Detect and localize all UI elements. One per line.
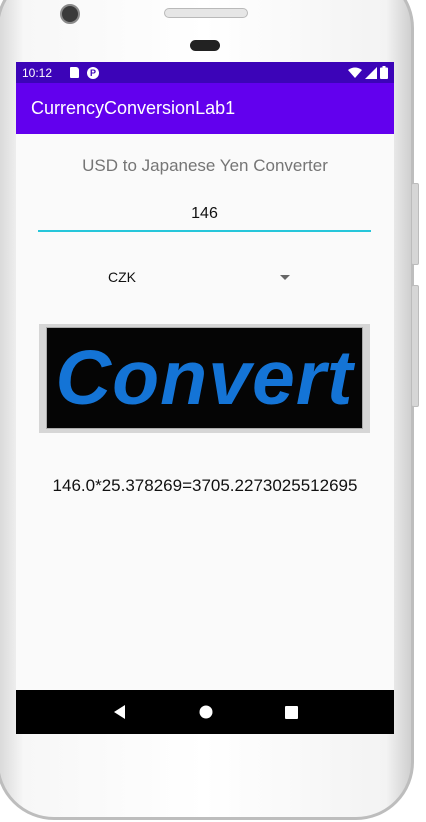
recents-icon[interactable] [285,705,299,719]
signal-icon [365,66,377,79]
volume-button [411,183,419,265]
navigation-bar [16,690,394,734]
status-left: 10:12 P [22,66,348,80]
wifi-icon [348,67,362,78]
status-time: 10:12 [22,65,53,80]
status-bar: 10:12 P [16,62,394,83]
converter-heading: USD to Japanese Yen Converter [82,156,328,175]
convert-button[interactable]: Convert [39,324,370,433]
sd-card-icon [70,67,80,78]
back-icon[interactable] [112,704,128,720]
amount-input[interactable] [38,198,371,232]
currency-spinner[interactable]: CZK [108,260,290,294]
power-button [411,285,419,407]
dropdown-arrow-icon [280,274,290,280]
status-right [348,66,388,79]
battery-icon [380,66,388,79]
convert-label: Convert [55,334,354,421]
proximity-sensor [190,40,220,51]
result-text: 146.0*25.378269=3705.2273025512695 [52,476,358,495]
speaker-grille [164,8,248,18]
convert-image: Convert [46,327,363,429]
play-protect-icon: P [87,66,100,79]
device-screen: 10:12 P CurrencyConversionLab1 USD to Ja… [16,62,394,734]
home-icon[interactable] [199,705,213,719]
app-bar: CurrencyConversionLab1 [16,83,394,134]
currency-selected: CZK [108,269,136,285]
app-title: CurrencyConversionLab1 [31,98,236,118]
front-camera [60,4,80,24]
